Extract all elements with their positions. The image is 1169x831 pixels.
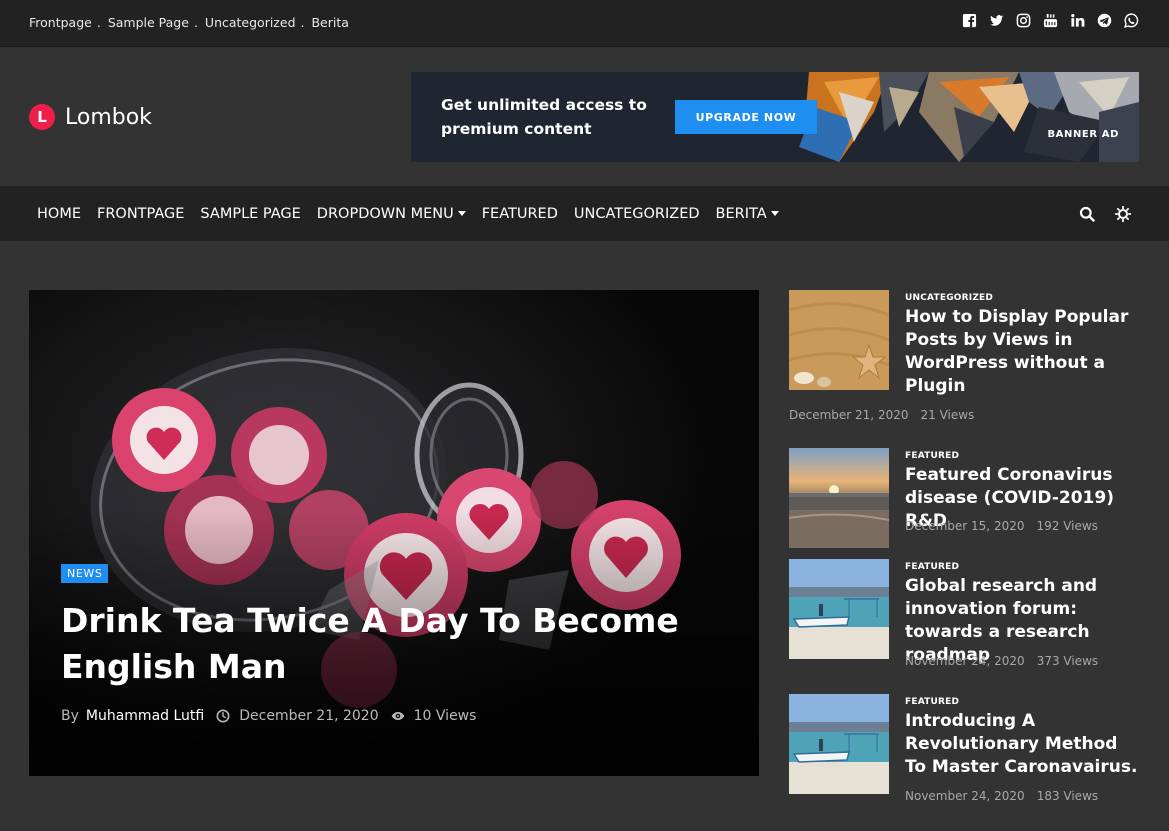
top-links: Frontpage . Sample Page . Uncategorized … <box>29 15 349 30</box>
hero-title[interactable]: Drink Tea Twice A Day To Become English … <box>61 598 721 690</box>
top-bar: Frontpage . Sample Page . Uncategorized … <box>0 0 1169 47</box>
nav-label: SAMPLE PAGE <box>200 205 301 222</box>
nav-item-berita[interactable]: BERITA <box>716 206 779 222</box>
nav-label: FRONTPAGE <box>97 205 185 222</box>
banner-text: Get unlimited access to premium content <box>441 96 647 138</box>
post-date: December 21, 2020 <box>239 708 379 724</box>
post-title[interactable]: How to Display Popular Posts by Views in… <box>905 306 1139 398</box>
whatsapp-icon[interactable] <box>1124 13 1139 28</box>
caret-down-icon <box>457 211 466 216</box>
list-item[interactable]: FEATURED Global research and innovation … <box>789 559 1139 669</box>
sand-starfish-image <box>789 290 889 390</box>
post-thumbnail[interactable] <box>789 559 889 659</box>
banner-ad-label: BANNER AD <box>1047 129 1119 140</box>
twitter-icon[interactable] <box>989 13 1004 28</box>
post-date: December 21, 2020 <box>789 408 909 422</box>
theme-toggle-icon[interactable] <box>1115 206 1131 222</box>
post-category[interactable]: FEATURED <box>905 562 959 572</box>
top-link-uncategorized[interactable]: Uncategorized <box>205 15 296 30</box>
site-name: Lombok <box>65 104 152 130</box>
view-count: 10 Views <box>413 708 477 724</box>
top-link-berita[interactable]: Berita <box>311 15 348 30</box>
hero-image <box>29 290 759 776</box>
view-count: 21 Views <box>920 408 975 422</box>
post-category[interactable]: UNCATEGORIZED <box>905 293 993 303</box>
view-count: 183 Views <box>1036 789 1099 803</box>
nav-item-sample-page[interactable]: SAMPLE PAGE <box>200 206 300 222</box>
logo-badge: L <box>29 104 55 130</box>
view-count: 192 Views <box>1036 519 1098 533</box>
nav-label: HOME <box>37 205 81 222</box>
post-date: November 24, 2020 <box>905 654 1025 668</box>
post-title[interactable]: Introducing A Revolutionary Method To Ma… <box>905 710 1139 779</box>
top-link-sample-page[interactable]: Sample Page <box>108 15 189 30</box>
post-date: November 24, 2020 <box>905 789 1025 803</box>
separator: . <box>300 15 305 30</box>
separator: . <box>193 15 198 30</box>
nav-item-uncategorized[interactable]: UNCATEGORIZED <box>574 206 700 222</box>
facebook-icon[interactable] <box>962 13 977 28</box>
youtube-icon[interactable] <box>1043 13 1058 28</box>
nav-label: BERITA <box>715 205 767 222</box>
nav-label: UNCATEGORIZED <box>573 205 700 222</box>
post-meta: December 15, 2020 192 Views <box>905 519 1098 533</box>
banner-ad[interactable]: Get unlimited access to premium content … <box>411 72 1139 162</box>
post-date: December 15, 2020 <box>905 519 1025 533</box>
nav-label: DROPDOWN MENU <box>316 205 454 222</box>
post-thumbnail[interactable] <box>789 694 889 794</box>
site-logo[interactable]: L Lombok <box>29 104 152 130</box>
nav-item-dropdown-menu[interactable]: DROPDOWN MENU <box>317 206 466 222</box>
nav-label: FEATURED <box>481 205 558 222</box>
linkedin-icon[interactable] <box>1070 13 1085 28</box>
featured-hero-post[interactable]: NEWS Drink Tea Twice A Day To Become Eng… <box>29 290 759 776</box>
separator: . <box>96 15 101 30</box>
nav-item-featured[interactable]: FEATURED <box>482 206 558 222</box>
banner-art-image <box>779 72 1139 162</box>
post-category[interactable]: FEATURED <box>905 697 959 707</box>
category-badge[interactable]: NEWS <box>61 564 109 583</box>
post-thumbnail[interactable] <box>789 290 889 390</box>
main-nav: HOME FRONTPAGE SAMPLE PAGE DROPDOWN MENU… <box>0 186 1169 241</box>
sunset-beach-image <box>789 448 889 548</box>
eye-icon <box>391 709 405 723</box>
post-thumbnail[interactable] <box>789 448 889 548</box>
instagram-icon[interactable] <box>1016 13 1031 28</box>
post-meta: December 21, 2020 21 Views <box>789 408 974 422</box>
nav-item-home[interactable]: HOME <box>37 206 81 222</box>
hero-meta: By Muhammad Lutfi December 21, 2020 10 V… <box>61 708 476 724</box>
boat-beach-image <box>789 559 889 659</box>
post-meta: November 24, 2020 373 Views <box>905 654 1098 668</box>
top-link-frontpage[interactable]: Frontpage <box>29 15 92 30</box>
telegram-icon[interactable] <box>1097 13 1112 28</box>
post-category[interactable]: FEATURED <box>905 451 959 461</box>
boat-beach-image <box>789 694 889 794</box>
post-meta: November 24, 2020 183 Views <box>905 789 1098 803</box>
social-links <box>962 13 1139 28</box>
caret-down-icon <box>770 211 779 216</box>
nav-item-frontpage[interactable]: FRONTPAGE <box>97 206 184 222</box>
view-count: 373 Views <box>1036 654 1099 668</box>
by-label: By <box>61 708 79 724</box>
author-link[interactable]: Muhammad Lutfi <box>86 708 204 724</box>
clock-icon <box>216 709 230 723</box>
list-item[interactable]: UNCATEGORIZED How to Display Popular Pos… <box>789 290 1139 425</box>
list-item[interactable]: FEATURED Featured Coronavirus disease (C… <box>789 448 1139 548</box>
search-icon[interactable] <box>1079 206 1095 222</box>
upgrade-now-button[interactable]: UPGRADE NOW <box>675 100 817 134</box>
list-item[interactable]: FEATURED Introducing A Revolutionary Met… <box>789 694 1139 804</box>
